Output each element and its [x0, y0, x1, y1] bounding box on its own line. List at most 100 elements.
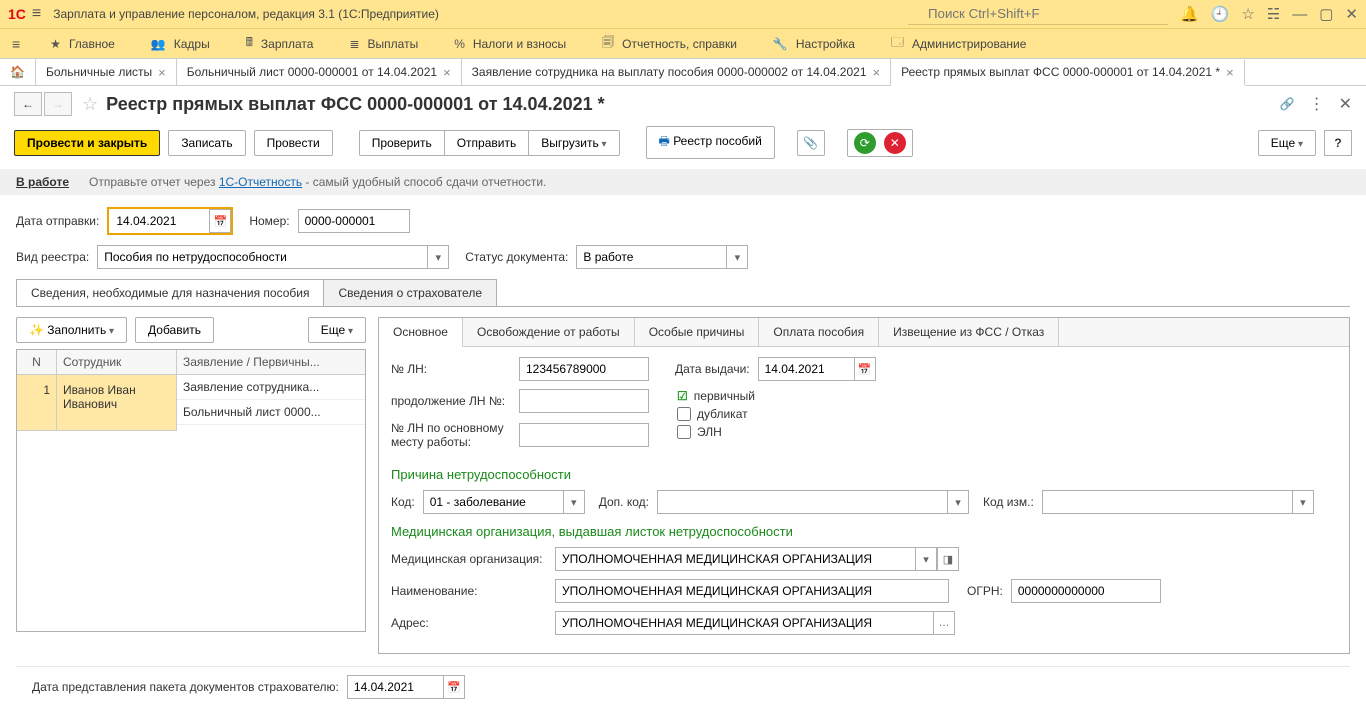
menu-nalogi[interactable]: %Налоги и взносы	[436, 29, 584, 58]
calendar-icon[interactable]: 📅	[854, 357, 876, 381]
code-chg-select[interactable]: ▾	[1042, 490, 1314, 514]
close-page-icon[interactable]: ✕	[1339, 94, 1352, 114]
page-header: ← → ☆ Реестр прямых выплат ФСС 0000-0000…	[0, 86, 1366, 122]
refresh-button[interactable]: ⟳	[854, 132, 876, 154]
report-link[interactable]: 1С-Отчетность	[219, 175, 302, 189]
row-employee: Иванов Иван Иванович	[57, 375, 177, 431]
history-icon[interactable]: 🕘	[1211, 5, 1230, 23]
nav-back-button[interactable]: ←	[14, 92, 42, 116]
close-icon[interactable]: ×	[158, 65, 166, 80]
attach-button[interactable]: 📎	[797, 130, 825, 156]
left-more-button[interactable]: Еще	[308, 317, 366, 343]
eln-checkbox[interactable]: ЭЛН	[677, 425, 755, 439]
inner-tab-osvob[interactable]: Освобождение от работы	[463, 318, 635, 346]
ellipsis-icon[interactable]: …	[933, 611, 955, 635]
chevron-down-icon[interactable]: ▾	[1292, 490, 1314, 514]
add-button[interactable]: Добавить	[135, 317, 214, 343]
menu-nastroika[interactable]: 🔧Настройка	[755, 29, 873, 58]
main-ln-field[interactable]	[519, 423, 649, 447]
inner-tab-osnovnoe[interactable]: Основное	[379, 318, 463, 347]
inner-tab-osob[interactable]: Особые причины	[635, 318, 760, 346]
duplicate-checkbox[interactable]: дубликат	[677, 407, 755, 421]
chevron-down-icon[interactable]: ▾	[726, 245, 748, 269]
addr-field[interactable]: …	[555, 611, 955, 635]
star-icon: ★	[50, 37, 61, 51]
add-code-select[interactable]: ▾	[657, 490, 969, 514]
issue-date-field[interactable]: 📅	[758, 357, 876, 381]
help-button[interactable]: ?	[1324, 130, 1352, 156]
pkg-date-field[interactable]: 📅	[347, 675, 465, 699]
close-icon[interactable]: ×	[1226, 65, 1234, 80]
tab-zayavlenie[interactable]: Заявление сотрудника на выплату пособия …	[462, 59, 891, 85]
star-icon[interactable]: ☆	[1241, 5, 1254, 23]
main-ln-label: № ЛН по основному месту работы:	[391, 421, 511, 449]
chevron-down-icon[interactable]: ▾	[427, 245, 449, 269]
close-icon[interactable]: ×	[873, 65, 881, 80]
ogrn-field[interactable]	[1011, 579, 1161, 603]
tab-svedeniya-strakh[interactable]: Сведения о страхователе	[323, 279, 497, 306]
cont-ln-field[interactable]	[519, 389, 649, 413]
menu-admin[interactable]: 🗔Администрирование	[873, 29, 1044, 58]
primary-checkbox[interactable]: ☑первичный	[677, 389, 755, 403]
send-date-field[interactable]: 📅	[107, 207, 233, 235]
link-icon[interactable]: 🔗	[1280, 97, 1295, 111]
close-icon[interactable]: ×	[443, 65, 451, 80]
menu-toggle-icon[interactable]: ≡	[0, 36, 32, 52]
chevron-down-icon[interactable]: ▾	[915, 547, 937, 571]
tab-sicklist-doc[interactable]: Больничный лист 0000-000001 от 14.04.202…	[177, 59, 462, 85]
home-tab[interactable]: 🏠	[0, 59, 36, 85]
chevron-down-icon[interactable]: ▾	[947, 490, 969, 514]
calendar-icon[interactable]: 📅	[443, 675, 465, 699]
banner-text: Отправьте отчет через 1С-Отчетность - са…	[89, 175, 546, 189]
logo-icon: 1C	[8, 6, 26, 22]
more-button[interactable]: Еще	[1258, 130, 1316, 156]
fill-button[interactable]: ✨ Заполнить	[16, 317, 127, 343]
search-input[interactable]	[908, 3, 1168, 25]
row-doc2[interactable]: Больничный лист 0000...	[177, 400, 365, 425]
more-icon[interactable]: ⋮	[1309, 94, 1325, 114]
minimize-icon[interactable]: —	[1292, 6, 1307, 23]
menu-zarplata[interactable]: 🖩Зарплата	[228, 29, 332, 58]
row-doc1[interactable]: Заявление сотрудника...	[177, 375, 365, 400]
export-button[interactable]: Выгрузить	[528, 130, 619, 156]
post-close-button[interactable]: Провести и закрыть	[14, 130, 160, 156]
filter-icon[interactable]: ☵	[1267, 5, 1280, 23]
chevron-down-icon[interactable]: ▾	[563, 490, 585, 514]
hamburger-icon[interactable]: ≡	[32, 5, 41, 23]
tab-svedeniya-posobie[interactable]: Сведения, необходимые для назначения пос…	[16, 279, 324, 306]
cancel-button[interactable]: ✕	[884, 132, 906, 154]
write-button[interactable]: Записать	[168, 130, 245, 156]
tab-sicklists[interactable]: Больничные листы×	[36, 59, 177, 85]
registry-button[interactable]: 🖶 Реестр пособий	[646, 126, 775, 159]
number-label: Номер:	[249, 214, 289, 228]
tab-reestr[interactable]: Реестр прямых выплат ФСС 0000-000001 от …	[891, 60, 1245, 86]
calendar-icon[interactable]: 📅	[209, 209, 231, 233]
addr-label: Адрес:	[391, 616, 547, 630]
menu-main[interactable]: ★Главное	[32, 29, 133, 58]
close-window-icon[interactable]: ✕	[1345, 5, 1358, 23]
post-button[interactable]: Провести	[254, 130, 333, 156]
number-field[interactable]	[298, 209, 410, 233]
open-icon[interactable]: ◨	[937, 547, 959, 571]
ln-field[interactable]	[519, 357, 649, 381]
favorite-icon[interactable]: ☆	[82, 94, 98, 115]
check-button[interactable]: Проверить	[359, 130, 445, 156]
inner-tab-izvesch[interactable]: Извещение из ФСС / Отказ	[879, 318, 1059, 346]
nav-forward-button[interactable]: →	[44, 92, 72, 116]
bell-icon[interactable]: 🔔	[1180, 5, 1199, 23]
med-org-select[interactable]: ▾ ◨	[555, 547, 959, 571]
menu-vyplaty[interactable]: ≣Выплаты	[331, 29, 436, 58]
code-select[interactable]: ▾	[423, 490, 585, 514]
registry-type-select[interactable]: ▾	[97, 245, 449, 269]
menu-otchet[interactable]: 🗐Отчетность, справки	[584, 29, 755, 58]
maximize-icon[interactable]: ▢	[1319, 5, 1333, 23]
menu-kadry[interactable]: 👥Кадры	[133, 29, 228, 58]
menu-label: Отчетность, справки	[622, 37, 737, 51]
send-button[interactable]: Отправить	[444, 130, 530, 156]
search-field[interactable]	[908, 3, 1168, 24]
name-field[interactable]	[555, 579, 949, 603]
table-row[interactable]: 1 Иванов Иван Иванович Заявление сотрудн…	[17, 375, 365, 431]
inner-tab-oplata[interactable]: Оплата пособия	[759, 318, 879, 346]
menu-label: Налоги и взносы	[473, 37, 566, 51]
doc-status-select[interactable]: ▾	[576, 245, 748, 269]
